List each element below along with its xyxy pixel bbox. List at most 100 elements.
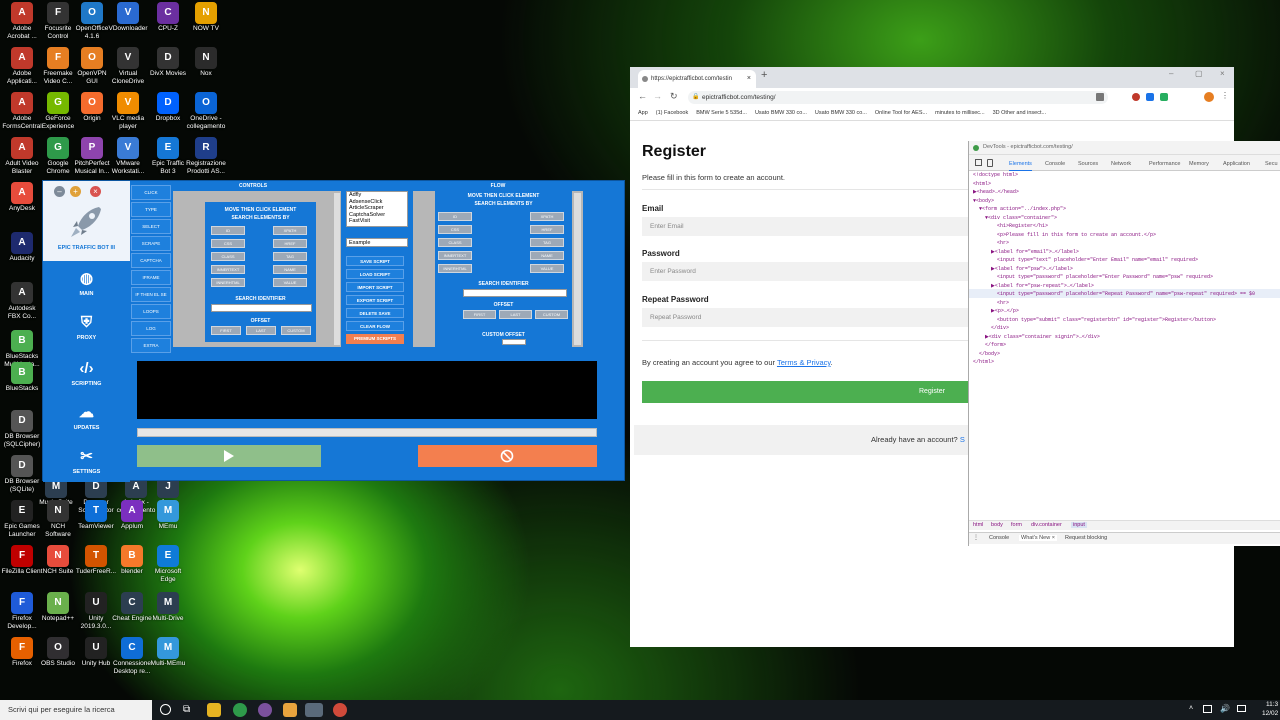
search-by-xpath-button[interactable]: XPATH	[273, 226, 307, 235]
command-log[interactable]: LOG	[131, 321, 171, 336]
elements-tree-line[interactable]: </form>	[973, 341, 1006, 350]
elements-tree-line[interactable]: <input type="password" placeholder="Repe…	[973, 290, 1255, 299]
terms-link[interactable]: Terms & Privacy	[777, 358, 831, 367]
clock-date[interactable]: 12/02	[1262, 710, 1278, 717]
command-type[interactable]: TYPE	[131, 202, 171, 217]
drawer-tab[interactable]: What's New ×	[1019, 535, 1057, 541]
elements-tree-line[interactable]: ▶<p>…</p>	[973, 307, 1019, 316]
search-by-id-button[interactable]: ID	[211, 226, 245, 235]
new-tab-button[interactable]: +	[761, 69, 767, 81]
desktop-icon[interactable]: A AnyDesk	[0, 182, 44, 226]
extension-icon[interactable]	[1146, 93, 1154, 101]
search-by-css-button[interactable]: CSS	[438, 225, 472, 234]
desktop-icon[interactable]: V Virtual CloneDrive	[106, 47, 150, 91]
password-field[interactable]: Enter Password	[642, 262, 982, 281]
breadcrumb-item[interactable]: form	[1011, 522, 1022, 528]
stop-button[interactable]	[418, 445, 597, 467]
premium-scripts-button[interactable]: PREMIUM SCRIPTS	[346, 334, 404, 344]
search-by-css-button[interactable]: CSS	[211, 239, 245, 248]
window-maximize-icon[interactable]: ▢	[1195, 69, 1203, 78]
devtools-tab-performance[interactable]: Performance	[1149, 161, 1181, 167]
clear-flow-button[interactable]: CLEAR FLOW	[346, 321, 404, 331]
devtools-tab-memory[interactable]: Memory	[1189, 161, 1209, 167]
offset-custom-button[interactable]: CUSTOM	[535, 310, 568, 319]
offset-last-button[interactable]: LAST	[499, 310, 532, 319]
profile-avatar[interactable]	[1204, 92, 1214, 102]
file-explorer-icon[interactable]	[207, 703, 221, 717]
task-view-icon[interactable]: ⧉	[183, 704, 190, 715]
elements-tree-line[interactable]: <hr>	[973, 299, 1009, 308]
expand-icon[interactable]: +	[70, 186, 81, 197]
search-by-href-button[interactable]: HREF	[530, 225, 564, 234]
play-button[interactable]	[137, 445, 321, 467]
drawer-menu-icon[interactable]: ⋮	[973, 534, 979, 541]
breadcrumb-item[interactable]: body	[991, 522, 1003, 528]
drawer-tab[interactable]: Request blocking	[1065, 535, 1107, 541]
elements-tree-line[interactable]: <html>	[973, 180, 991, 189]
forward-icon[interactable]: →	[653, 91, 662, 101]
offset-last-button[interactable]: LAST	[246, 326, 276, 335]
desktop-icon[interactable]: V VDownloader	[106, 2, 150, 46]
command-captcha[interactable]: CAPTCHA	[131, 253, 171, 268]
bookmark-item[interactable]: Usato BMW 330 co...	[755, 110, 807, 116]
search-by-id-button[interactable]: ID	[438, 212, 472, 221]
browser-tab[interactable]: https://epictrafficbot.com/testin ×	[638, 70, 756, 88]
bookmark-item[interactable]: Online Tool for AES...	[875, 110, 927, 116]
script-list-item[interactable]: FastVisit	[349, 218, 407, 225]
search-by-name-button[interactable]: NAME	[530, 251, 564, 260]
devtools-tab-console[interactable]: Console	[1045, 161, 1065, 167]
save-script-button[interactable]: SAVE SCRIPT	[346, 256, 404, 266]
elements-tree-line[interactable]: ▶<head>…</head>	[973, 188, 1019, 197]
command-select[interactable]: SELECT	[131, 219, 171, 234]
elements-tree-line[interactable]: ▼<form action="../index.php">	[973, 205, 1066, 214]
command-iframe[interactable]: IFRAME	[131, 270, 171, 285]
search-by-name-button[interactable]: NAME	[273, 265, 307, 274]
command-if-then-el-se[interactable]: IF THEN EL SE	[131, 287, 171, 302]
nav-item-updates[interactable]: ☁ UPDATES	[43, 405, 130, 432]
close-icon[interactable]: ×	[90, 186, 101, 197]
desktop-icon[interactable]: B BlueStacks	[0, 362, 44, 406]
offset-first-button[interactable]: FIRST	[463, 310, 496, 319]
desktop-icon[interactable]: A Autodesk FBX Co...	[0, 282, 44, 326]
device-toggle-icon[interactable]	[987, 159, 993, 167]
elements-tree-line[interactable]: <input type="text" placeholder="Enter Em…	[973, 256, 1198, 265]
elements-tree-line[interactable]: <p>Please fill in this form to create an…	[973, 231, 1156, 240]
delete-save-button[interactable]: DELETE SAVE	[346, 308, 404, 318]
taskbar-search-input[interactable]: Scrivi qui per eseguire la ricerca	[0, 700, 152, 720]
elements-tree-line[interactable]: ▶<label for="psw-repeat">…</label>	[973, 282, 1094, 291]
offset-first-button[interactable]: FIRST	[211, 326, 241, 335]
address-bar[interactable]: 🔒 epictrafficbot.com/testing/	[688, 91, 1108, 104]
search-by-value-button[interactable]: VALUE	[530, 264, 564, 273]
nav-item-settings[interactable]: ✂ SETTINGS	[43, 449, 130, 476]
bookmark-item[interactable]: 3D Other and insect...	[993, 110, 1047, 116]
network-icon[interactable]	[1203, 705, 1212, 713]
elements-tree-line[interactable]: </html>	[973, 358, 994, 367]
tray-chevron-icon[interactable]: ˄	[1189, 705, 1193, 712]
command-extra[interactable]: EXTRA	[131, 338, 171, 353]
elements-tree-line[interactable]: <hr>	[973, 239, 1009, 248]
breadcrumb-item[interactable]: html	[973, 522, 983, 528]
flow-search-identifier-input[interactable]	[463, 289, 567, 297]
search-by-tag-button[interactable]: TAG	[273, 252, 307, 261]
search-by-innertext-button[interactable]: INNERTEXT	[438, 251, 472, 260]
folder-icon[interactable]	[283, 703, 297, 717]
desktop-icon[interactable]: M Multi-Drive	[146, 592, 190, 636]
script-name-input[interactable]: Example	[346, 238, 408, 247]
nav-item-scripting[interactable]: ‹/› SCRIPTING	[43, 361, 130, 388]
search-by-class-button[interactable]: CLASS	[438, 238, 472, 247]
desktop-icon[interactable]: M MEmu	[146, 500, 190, 544]
chrome-taskbar-icon[interactable]	[233, 703, 247, 717]
desktop-icon[interactable]: V VMware Workstati...	[106, 137, 150, 181]
register-button[interactable]: Register	[642, 381, 982, 403]
clock-time[interactable]: 11:3	[1266, 701, 1278, 708]
elements-tree-line[interactable]: ▶<label for="psw">…</label>	[973, 265, 1073, 274]
export-script-button[interactable]: EXPORT SCRIPT	[346, 295, 404, 305]
search-by-innerhtml-button[interactable]: INNERHTML	[211, 278, 245, 287]
elements-tree-line[interactable]: <h1>Register</h1>	[973, 222, 1048, 231]
elements-tree-line[interactable]: ▶<label for="email">…</label>	[973, 248, 1079, 257]
minimize-icon[interactable]: –	[54, 186, 65, 197]
chrome-taskbar-icon[interactable]	[333, 703, 347, 717]
flow-custom-offset-input[interactable]	[502, 339, 526, 345]
command-click[interactable]: CLICK	[131, 185, 171, 200]
elements-tree-line[interactable]: </body>	[973, 350, 1000, 359]
